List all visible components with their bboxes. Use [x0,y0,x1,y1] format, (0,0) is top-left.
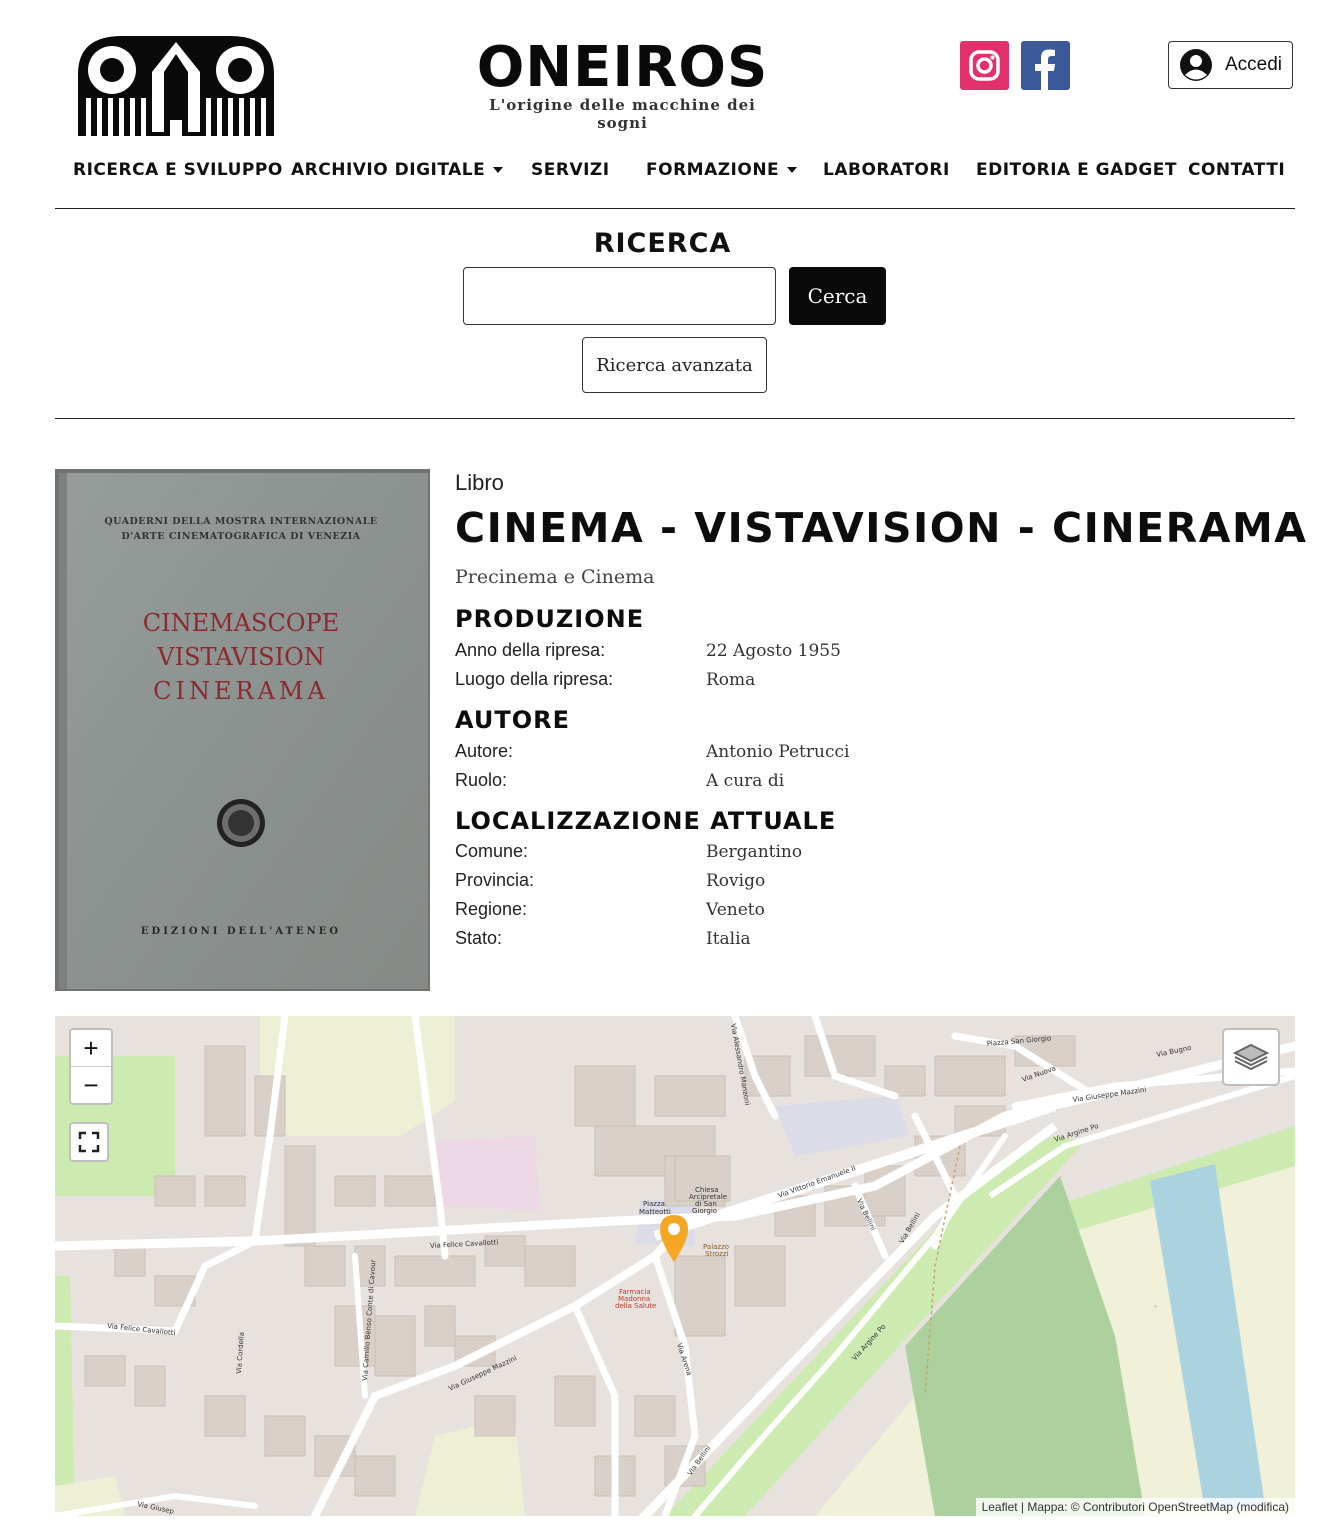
field-label-anno: Anno della ripresa: [455,640,606,660]
nav-editoria-gadget[interactable]: EDITORIA E GADGET [976,160,1177,180]
zoom-out-button[interactable]: − [71,1066,111,1103]
field-label-autore: Autore: [455,741,514,761]
map-label-farmacia-3: della Salute [615,1302,656,1310]
chevron-down-icon [787,167,798,173]
instagram-icon[interactable] [960,41,1009,90]
field-value-luogo: Roma [706,670,756,690]
field-value-regione: Veneto [706,900,765,920]
field-label-regione: Regione: [455,899,528,919]
location-map[interactable]: Via Felice Cavallotti Via Felice Cavallo… [55,1016,1295,1516]
zoom-control: + − [69,1028,113,1105]
site-name: ONEIROS [476,35,769,100]
field-value-comune: Bergantino [706,842,803,862]
section-localizzazione: LOCALIZZAZIONE ATTUALE [455,807,837,835]
field-value-anno: 22 Agosto 1955 [706,641,841,661]
cover-title-line1: CINEMASCOPE [143,609,339,637]
nav-servizi[interactable]: SERVIZI [531,160,610,180]
field-value-stato: Italia [706,929,751,949]
cover-series-line2: D'ARTE CINEMATOGRAFICA DI VENEZIA [121,531,360,542]
fullscreen-icon [78,1131,100,1153]
map-label-piazza-2: Matteotti [639,1208,671,1216]
map-label-palazzo-2: Strozzi [705,1250,729,1258]
field-value-autore: Antonio Petrucci [706,742,850,762]
map-attribution[interactable]: Leaflet | Mappa: © Contributori OpenStre… [975,1498,1295,1516]
cover-emblem-icon [217,799,265,847]
oneiros-logo-icon [78,36,274,136]
login-label: Accedi [1224,54,1282,75]
search-title: RICERCA [593,228,732,259]
site-tagline: L'origine delle macchine dei sogni [489,96,756,132]
chevron-down-icon [493,167,504,173]
user-icon [1179,49,1212,81]
brand-logo[interactable] [72,32,280,138]
document-title: CINEMA - VISTAVISION - CINERAMA [455,504,1308,552]
document-category: Precinema e Cinema [455,566,655,588]
nav-formazione[interactable]: FORMAZIONE [646,160,798,180]
cover-publisher: EDIZIONI DELL'ATENEO [141,926,341,937]
book-cover-image: QUADERNI DELLA MOSTRA INTERNAZIONALE D'A… [55,469,430,991]
field-label-ruolo: Ruolo: [455,770,508,790]
search-input[interactable] [463,267,776,325]
cover-title-line2: VISTAVISION [156,643,325,671]
layers-button[interactable] [1222,1028,1280,1086]
field-label-stato: Stato: [455,928,503,948]
fullscreen-button[interactable] [69,1122,109,1162]
field-label-provincia: Provincia: [455,870,535,890]
nav-archivio-digitale[interactable]: ARCHIVIO DIGITALE [291,160,504,180]
nav-laboratori[interactable]: LABORATORI [823,160,950,180]
facebook-icon[interactable] [1021,41,1070,90]
nav-ricerca-sviluppo[interactable]: RICERCA E SVILUPPO [73,160,283,180]
field-label-luogo: Luogo della ripresa: [455,669,614,689]
login-button[interactable]: Accedi [1168,41,1293,89]
map-tiles: Via Felice Cavallotti Via Felice Cavallo… [55,1016,1295,1516]
advanced-search-button[interactable]: Ricerca avanzata [582,337,767,393]
zoom-in-button[interactable]: + [71,1030,111,1066]
site-title[interactable]: ONEIROS L'origine delle macchine dei sog… [470,35,775,133]
cover-title-line3: CINERAMA [153,677,329,705]
document-type: Libro [455,470,504,495]
field-value-ruolo: A cura di [706,771,785,791]
section-autore: AUTORE [455,706,570,734]
field-label-comune: Comune: [455,841,529,861]
nav-contatti[interactable]: CONTATTI [1188,160,1285,180]
field-value-provincia: Rovigo [706,871,766,891]
search-button[interactable]: Cerca [789,267,886,325]
map-label-chiesa-4: Giorgio [692,1207,717,1215]
layers-icon [1232,1043,1270,1071]
divider [55,418,1295,419]
cover-series-line1: QUADERNI DELLA MOSTRA INTERNAZIONALE [104,516,377,527]
map-label-piazza-1: Piazza [643,1200,665,1208]
main-nav: RICERCA E SVILUPPO ARCHIVIO DIGITALE SER… [55,152,1295,209]
section-produzione: PRODUZIONE [455,605,645,633]
